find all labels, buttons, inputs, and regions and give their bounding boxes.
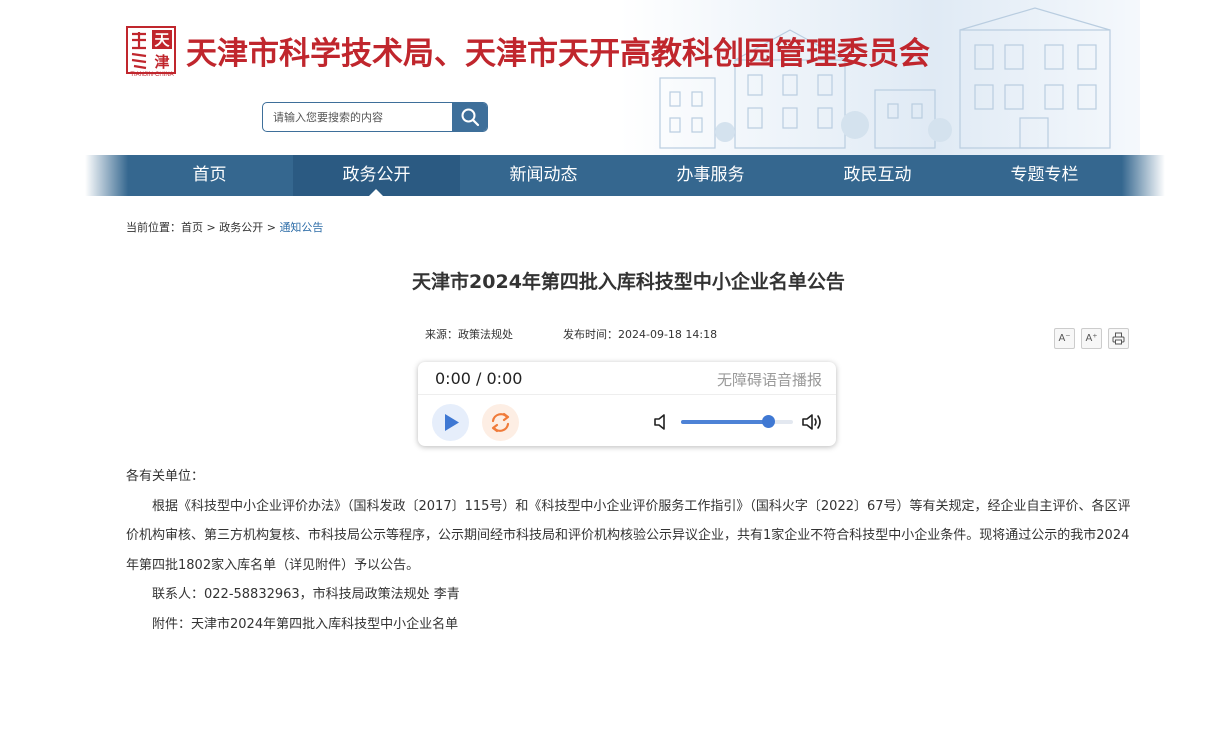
article-source: 来源：政策法规处 — [425, 328, 513, 341]
search-button[interactable] — [452, 103, 487, 131]
article-contact: 联系人：022-58832963，市科技局政策法规处 李青 — [152, 587, 460, 602]
volume-slider[interactable] — [681, 415, 793, 428]
nav-item-home[interactable]: 首页 — [126, 155, 293, 196]
breadcrumb-separator: > — [203, 221, 220, 234]
font-decrease-button[interactable]: A⁻ — [1054, 328, 1075, 349]
volume-fill — [681, 420, 769, 424]
article-paragraph: 根据《科技型中小企业评价办法》（国科发政〔2017〕115号）和《科技型中小企业… — [126, 498, 1131, 573]
nav-item-special-topics[interactable]: 专题专栏 — [961, 155, 1128, 196]
article-publish-time: 发布时间：2024-09-18 14:18 — [563, 328, 718, 341]
building-illustration — [659, 7, 1111, 149]
breadcrumb-home[interactable]: 首页 — [181, 221, 203, 234]
font-increase-button[interactable]: A⁺ — [1081, 328, 1102, 349]
nav-item-services[interactable]: 办事服务 — [627, 155, 794, 196]
main-nav: 首页 政务公开 新闻动态 办事服务 政民互动 专题专栏 — [85, 155, 1165, 196]
active-caret-icon — [369, 189, 383, 196]
breadcrumb-notices[interactable]: 通知公告 — [279, 221, 323, 234]
site-header: 天 津 TIANJIN·CHINA 天津市科学技术局、天津市天开高教科创园管理委… — [0, 0, 1207, 155]
loop-icon — [491, 412, 510, 433]
player-time: 0:00 / 0:00 — [435, 369, 523, 388]
accessibility-audio-label: 无障碍语音播报 — [716, 371, 822, 389]
nav-item-government-affairs[interactable]: 政务公开 — [293, 155, 460, 196]
article-title: 天津市2024年第四批入库科技型中小企业名单公告 — [412, 271, 845, 293]
nav-item-label: 政务公开 — [342, 165, 411, 185]
audio-player: 0:00 / 0:00 无障碍语音播报 — [418, 362, 836, 446]
logo-char-jin: 津 — [154, 53, 169, 71]
print-button[interactable] — [1108, 328, 1129, 349]
search-box — [262, 102, 488, 132]
logo-caption: TIANJIN·CHINA — [130, 72, 174, 78]
volume-thumb[interactable] — [762, 415, 776, 428]
breadcrumb-government-affairs[interactable]: 政务公开 — [219, 221, 263, 234]
volume-mute-icon[interactable] — [653, 413, 669, 431]
loop-button[interactable] — [482, 404, 519, 441]
site-title: 天津市科学技术局、天津市天开高教科创园管理委员会 — [186, 36, 930, 72]
logo-char-tian: 天 — [154, 31, 170, 49]
breadcrumb: 当前位置：首页 > 政务公开 > 通知公告 — [126, 219, 323, 235]
print-icon — [1112, 332, 1125, 345]
play-button[interactable] — [432, 404, 469, 441]
nav-item-news[interactable]: 新闻动态 — [460, 155, 627, 196]
play-icon — [445, 414, 459, 431]
article-greeting: 各有关单位： — [126, 469, 205, 484]
breadcrumb-prefix: 当前位置： — [126, 221, 181, 234]
search-input[interactable] — [263, 103, 463, 131]
breadcrumb-separator: > — [263, 221, 280, 234]
article-body: 各有关单位： 根据《科技型中小企业评价办法》（国科发政〔2017〕115号）和《… — [126, 462, 1136, 639]
nav-item-interaction[interactable]: 政民互动 — [794, 155, 961, 196]
logo-seal-icon: 天 津 — [126, 26, 176, 74]
search-icon — [461, 108, 479, 127]
player-divider — [418, 394, 836, 395]
volume-high-icon[interactable] — [801, 412, 823, 432]
article-attachment[interactable]: 附件：天津市2024年第四批入库科技型中小企业名单 — [126, 610, 1136, 640]
